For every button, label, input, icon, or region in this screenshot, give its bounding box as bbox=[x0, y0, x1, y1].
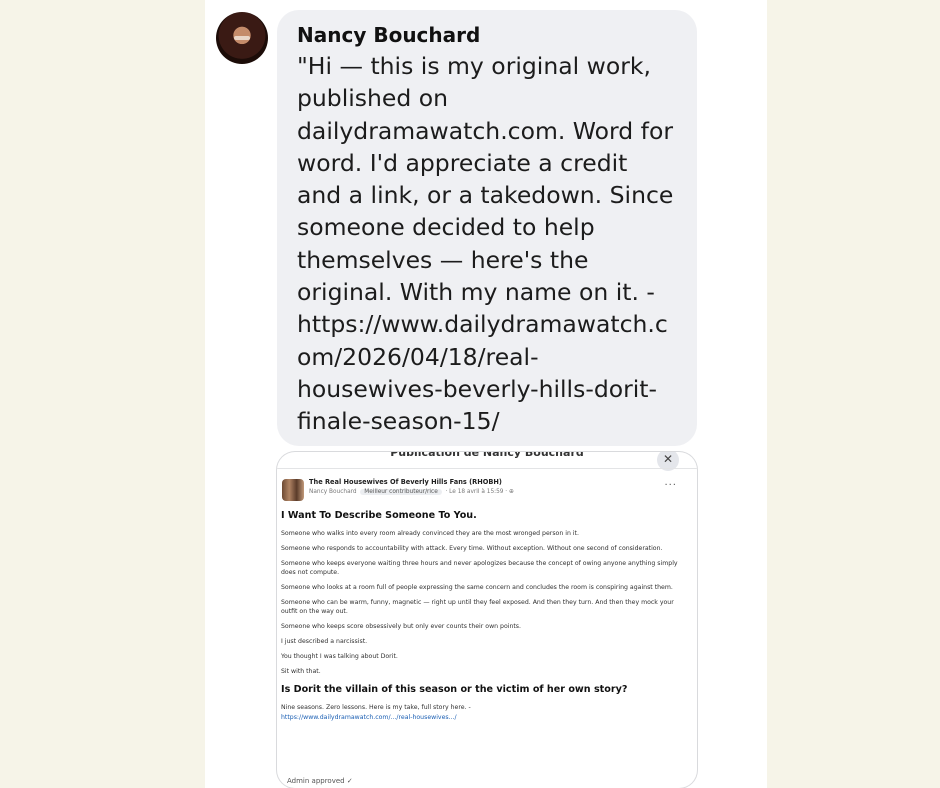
post-paragraph: I just described a narcissist. bbox=[281, 638, 368, 645]
comment-panel: Nancy Bouchard "Hi — this is my original… bbox=[205, 0, 767, 788]
post-title: I Want To Describe Someone To You. bbox=[281, 510, 477, 521]
post-paragraph: Sit with that. bbox=[281, 668, 321, 675]
group-avatar bbox=[282, 479, 304, 501]
comment-text: "Hi — this is my original work, publishe… bbox=[297, 52, 674, 436]
embedded-post-screenshot[interactable]: Publication de Nancy Bouchard ✕ The Real… bbox=[277, 452, 697, 788]
post-paragraph: You thought I was talking about Dorit. bbox=[281, 653, 398, 660]
post-closing-text: Nine seasons. Zero lessons. Here is my t… bbox=[281, 704, 471, 711]
group-name: The Real Housewives Of Beverly Hills Fan… bbox=[309, 478, 502, 486]
post-paragraph: Someone who responds to accountability w… bbox=[281, 545, 663, 552]
post-closing: Nine seasons. Zero lessons. Here is my t… bbox=[281, 703, 683, 722]
post-paragraph: Someone who can be warm, funny, magnetic… bbox=[281, 599, 674, 615]
comment-bubble: Nancy Bouchard "Hi — this is my original… bbox=[277, 10, 697, 446]
post-paragraph: Someone who keeps everyone waiting three… bbox=[281, 560, 678, 576]
post-content: I Want To Describe Someone To You. Someo… bbox=[281, 506, 683, 728]
post-link[interactable]: https://www.dailydramawatch.com/.../real… bbox=[281, 713, 683, 722]
post-paragraph: Someone who walks into every room alread… bbox=[281, 530, 579, 537]
post-paragraph: Someone who looks at a room full of peop… bbox=[281, 584, 673, 591]
post-author: Nancy Bouchard bbox=[309, 489, 357, 495]
admin-approved-note: Admin approved ✓ bbox=[287, 777, 353, 785]
embedded-post-header: Publication de Nancy Bouchard bbox=[390, 452, 584, 459]
avatar[interactable] bbox=[216, 12, 268, 64]
post-timestamp: · Le 18 avril à 15:59 · ⊕ bbox=[445, 489, 514, 495]
post-paragraph: Someone who keeps score obsessively but … bbox=[281, 623, 521, 630]
post-subheading: Is Dorit the villain of this season or t… bbox=[281, 684, 628, 695]
post-meta: Nancy Bouchard Meilleur contributeur/ric… bbox=[309, 489, 514, 495]
divider bbox=[277, 468, 697, 469]
comment-author[interactable]: Nancy Bouchard bbox=[297, 22, 677, 48]
more-icon: ··· bbox=[664, 480, 677, 491]
contributor-badge: Meilleur contributeur/rice bbox=[360, 489, 442, 495]
